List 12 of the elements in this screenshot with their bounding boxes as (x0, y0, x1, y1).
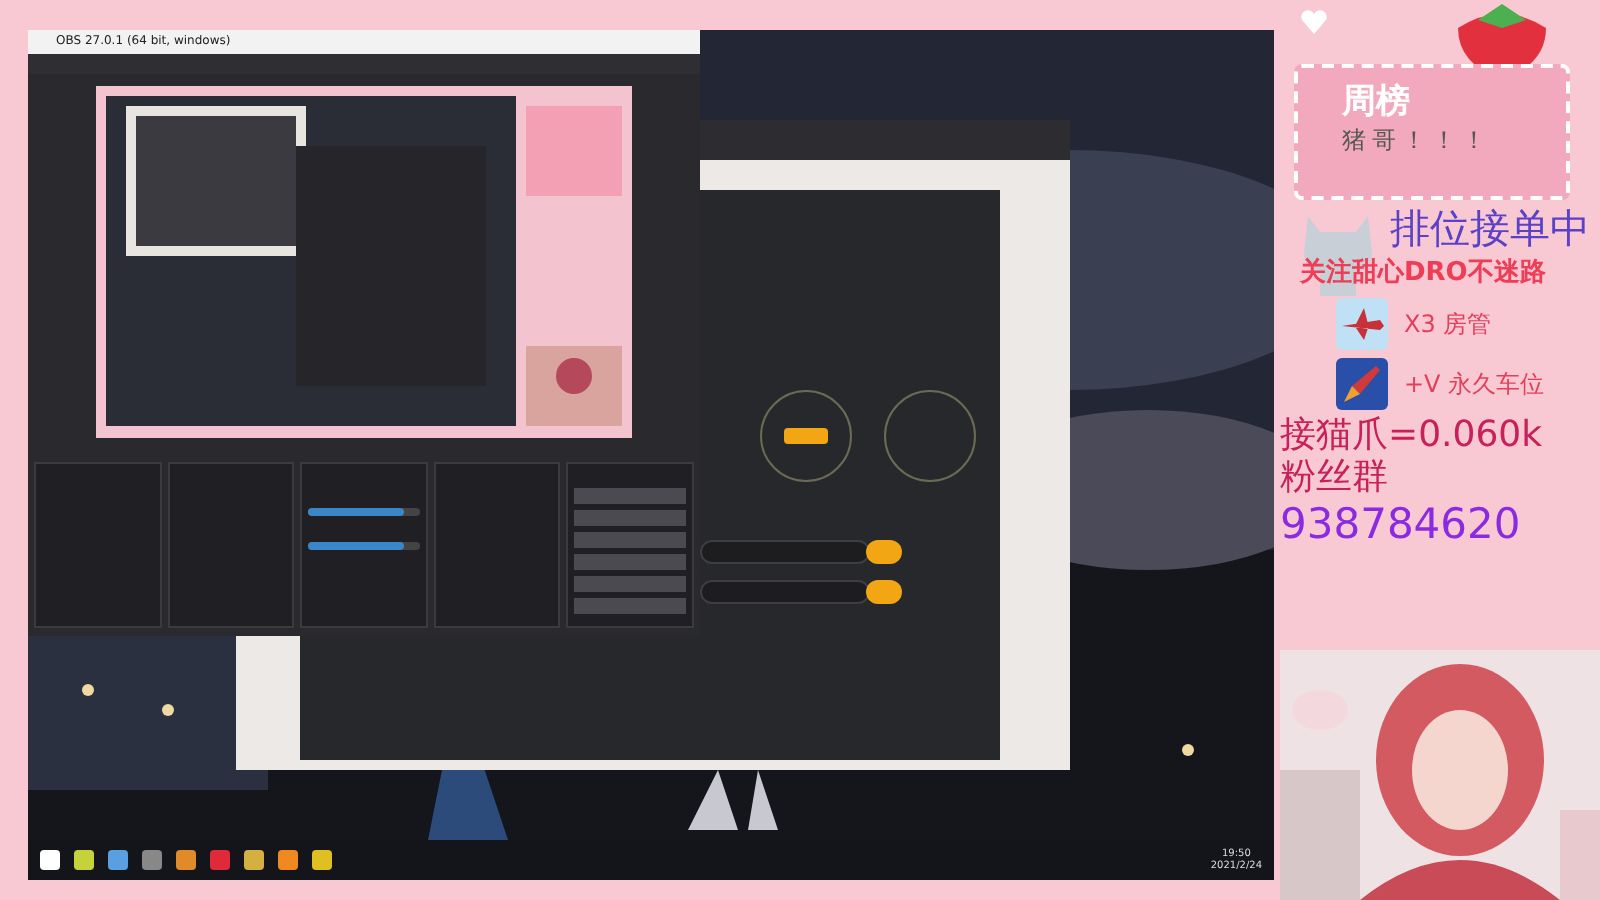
perk-text: +V 永久车位 (1404, 367, 1545, 401)
overlay-text: 接猫爪=0.060k (1280, 413, 1543, 457)
leaderboard-title: 周榜 (1342, 84, 1412, 122)
jet-icon (1336, 297, 1388, 349)
heart-icon (1300, 10, 1328, 34)
leaderboard-entry: 猪哥！！！ (1342, 123, 1494, 158)
perk-text: X3 房管 (1404, 307, 1492, 341)
overlay-text: 粉丝群 (1280, 456, 1388, 500)
start-icon[interactable] (40, 850, 60, 870)
headline-text: 排位接单中 (1390, 204, 1590, 254)
tagline-text: 关注甜心DRO不迷路 (1300, 255, 1546, 292)
group-number: 938784620 (1280, 499, 1521, 550)
